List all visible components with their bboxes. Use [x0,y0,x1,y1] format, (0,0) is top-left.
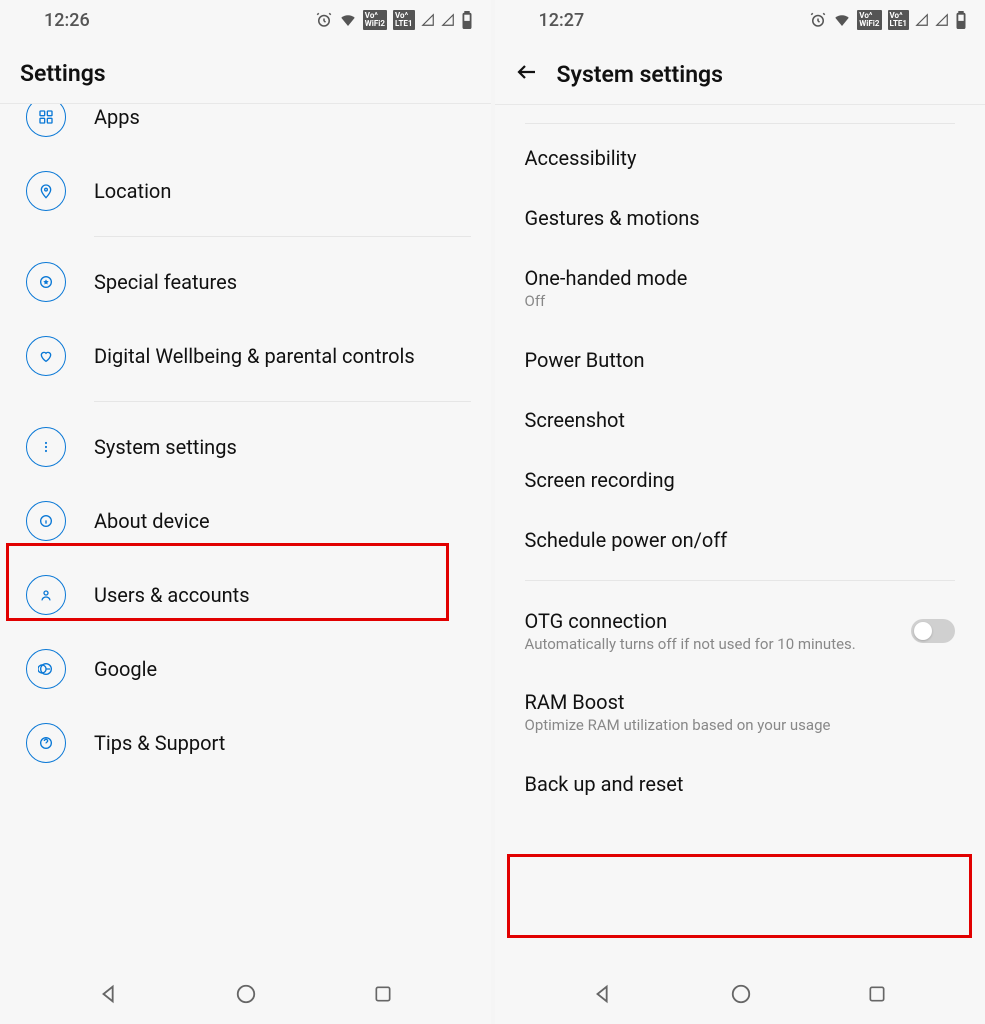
item-subtitle: Optimize RAM utilization based on your u… [525,716,956,736]
list-item-tips-support[interactable]: Tips & Support [20,706,471,780]
list-item-backup-reset[interactable]: Back up and reset [525,754,956,814]
item-title: Power Button [525,348,956,372]
list-item-accessibility[interactable]: Accessibility [525,128,956,188]
battery-icon [461,11,473,29]
item-title: One-handed mode [525,266,956,290]
wifi-icon [339,11,357,29]
list-item-screen-recording[interactable]: Screen recording [525,450,956,510]
help-icon [26,723,66,763]
status-bar: 12:27 Vo^WiFi2 Vo^LTE1 [495,0,985,40]
list-label: Apps [94,105,140,130]
list-item-location[interactable]: Location [20,154,471,228]
list-item-about-device[interactable]: About device [20,484,471,558]
list-item-one-handed[interactable]: One-handed mode Off [525,248,956,330]
list-label: System settings [94,435,237,460]
item-title: Gestures & motions [525,206,956,230]
page-title: Settings [20,60,106,87]
location-icon [26,171,66,211]
vowifi-icon: Vo^WiFi2 [857,10,881,30]
nav-home-button[interactable] [235,983,257,1009]
signal-icon [915,13,929,27]
item-title: Screen recording [525,468,956,492]
nav-back-button[interactable] [592,983,614,1009]
apps-icon [26,104,66,137]
otg-toggle[interactable] [911,619,955,643]
divider [94,236,471,237]
list-item-users-accounts[interactable]: Users & accounts [20,558,471,632]
signal-icon [935,13,949,27]
google-icon [26,649,66,689]
navigation-bar [0,968,491,1024]
nav-recent-button[interactable] [373,984,393,1008]
divider [525,580,956,581]
item-title: Back up and reset [525,772,956,796]
divider [525,123,956,124]
list-item-otg[interactable]: OTG connection Automatically turns off i… [525,591,956,673]
nav-home-button[interactable] [730,983,752,1009]
list-item-schedule-power[interactable]: Schedule power on/off [525,510,956,570]
list-label: Special features [94,270,237,295]
item-subtitle: Off [525,292,956,312]
system-settings-screen: 12:27 Vo^WiFi2 Vo^LTE1 System settings A… [495,0,985,1024]
volte-icon: Vo^LTE1 [888,10,910,30]
page-header: Settings [0,40,491,104]
vowifi-icon: Vo^WiFi2 [363,10,387,30]
status-time: 12:26 [44,10,90,31]
list-label: Location [94,179,171,204]
list-item-digital-wellbeing[interactable]: Digital Wellbeing & parental controls [20,319,471,393]
list-label: Tips & Support [94,731,225,756]
item-subtitle: Automatically turns off if not used for … [525,635,900,655]
nav-recent-button[interactable] [867,984,887,1008]
wifi-icon [833,11,851,29]
signal-icon [421,13,435,27]
status-icons: Vo^WiFi2 Vo^LTE1 [809,10,967,30]
info-icon [26,501,66,541]
back-button[interactable] [515,60,539,88]
divider [94,401,471,402]
item-title: Screenshot [525,408,956,432]
status-icons: Vo^WiFi2 Vo^LTE1 [315,10,473,30]
item-title: OTG connection [525,609,900,633]
item-title: Accessibility [525,146,956,170]
status-time: 12:27 [539,10,585,31]
list-item-ram-boost[interactable]: RAM Boost Optimize RAM utilization based… [525,672,956,754]
system-settings-list[interactable]: Accessibility Gestures & motions One-han… [495,105,985,968]
list-item-power-button[interactable]: Power Button [525,330,956,390]
nav-back-button[interactable] [98,983,120,1009]
list-label: About device [94,509,210,534]
battery-icon [955,11,967,29]
list-label: Google [94,657,157,682]
list-item-gestures[interactable]: Gestures & motions [525,188,956,248]
heart-icon [26,336,66,376]
item-title: RAM Boost [525,690,956,714]
alarm-icon [315,11,333,29]
list-item-screenshot[interactable]: Screenshot [525,390,956,450]
star-icon [26,262,66,302]
list-label: Users & accounts [94,583,250,608]
more-vertical-icon [26,427,66,467]
page-header: System settings [495,40,985,105]
settings-list[interactable]: Battery Apps Location Special features [0,104,491,968]
alarm-icon [809,11,827,29]
status-bar: 12:26 Vo^WiFi2 Vo^LTE1 [0,0,491,40]
user-icon [26,575,66,615]
list-label: Digital Wellbeing & parental controls [94,344,415,369]
signal-icon [441,13,455,27]
settings-screen: 12:26 Vo^WiFi2 Vo^LTE1 Settings Battery … [0,0,491,1024]
list-item-google[interactable]: Google [20,632,471,706]
navigation-bar [495,968,985,1024]
volte-icon: Vo^LTE1 [393,10,415,30]
item-title: Schedule power on/off [525,528,956,552]
list-item-special-features[interactable]: Special features [20,245,471,319]
page-title: System settings [557,61,723,88]
list-item-system-settings[interactable]: System settings [20,410,471,484]
list-item-apps[interactable]: Apps [20,104,471,154]
